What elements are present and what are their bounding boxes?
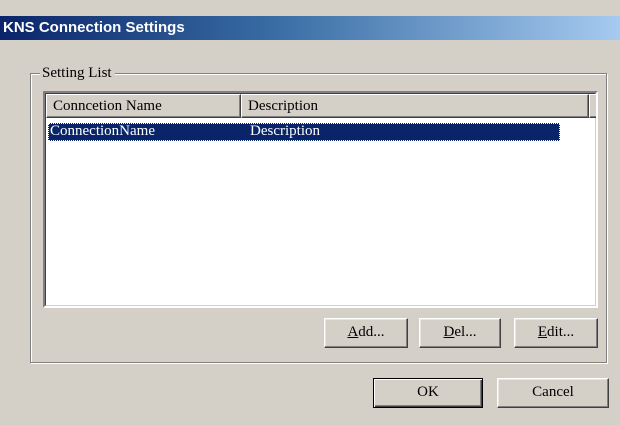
cancel-button[interactable]: Cancel	[497, 378, 609, 408]
list-row-selected[interactable]: ConnectionName Description	[48, 123, 560, 141]
add-button-mnemonic: A	[347, 324, 359, 340]
setting-list-legend: Setting List	[40, 64, 115, 82]
list-header: Conncetion Name Description	[46, 94, 596, 118]
cell-connection-name: ConnectionName	[50, 123, 155, 139]
ok-button[interactable]: OK	[373, 378, 483, 408]
cell-description: Description	[250, 123, 320, 139]
del-button[interactable]: Del...	[419, 318, 501, 348]
add-button-label: dd...	[358, 324, 385, 340]
edit-button-label: dit...	[547, 324, 575, 340]
window-title: KNS Connection Settings	[3, 19, 185, 36]
column-header-connection-name[interactable]: Conncetion Name	[46, 94, 241, 118]
column-header-description[interactable]: Description	[241, 94, 589, 118]
connection-list-frame: Conncetion Name Description ConnectionNa…	[45, 93, 596, 306]
edit-button[interactable]: Edit...	[514, 318, 598, 348]
dialog-window: KNS Connection Settings Setting List Con…	[0, 0, 620, 425]
column-header-filler	[589, 94, 596, 118]
connection-list[interactable]: Conncetion Name Description ConnectionNa…	[43, 91, 598, 308]
del-button-mnemonic: D	[443, 324, 455, 340]
edit-button-mnemonic: E	[537, 324, 548, 340]
add-button[interactable]: Add...	[324, 318, 408, 348]
del-button-label: el...	[454, 324, 477, 340]
title-bar[interactable]: KNS Connection Settings	[0, 16, 620, 40]
